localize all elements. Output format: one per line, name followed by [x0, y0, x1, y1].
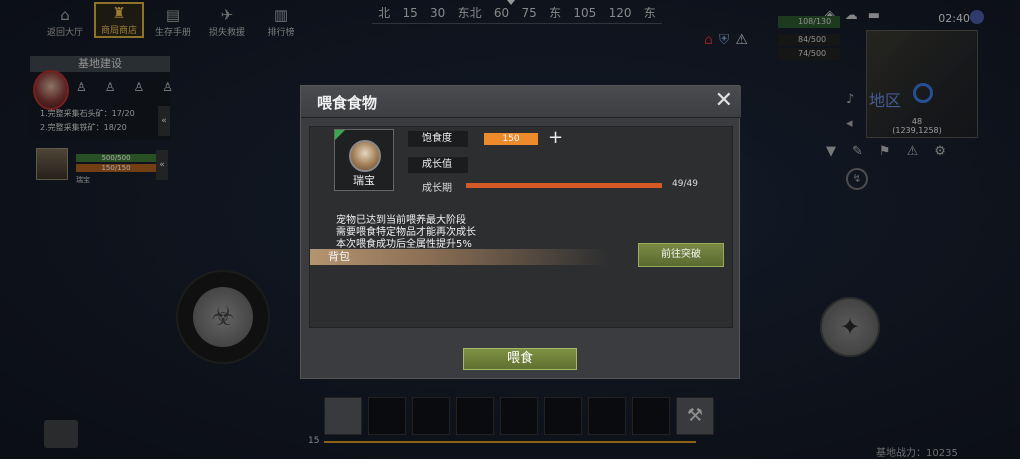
satiety-value: 150	[484, 133, 538, 145]
growth-stage-label: 成长期	[422, 183, 452, 194]
growth-progress-bar	[466, 183, 662, 188]
growth-progress-fill	[466, 183, 662, 188]
growth-value: 49/49	[672, 179, 698, 189]
pet-portrait	[349, 140, 381, 172]
close-button[interactable]: ✕	[715, 90, 733, 112]
feed-dialog: 喂食食物 ✕ 瑞宝 饱食度 150 + 成长值 成长期 49/49 宠物已达到当…	[300, 85, 741, 379]
dialog-header: 喂食食物 ✕	[301, 86, 741, 118]
backpack-header: 背包	[310, 249, 610, 265]
dialog-body: 瑞宝 饱食度 150 + 成长值 成长期 49/49 宠物已达到当前喂养最大阶段…	[309, 126, 733, 328]
go-breakthrough-button[interactable]: 前往突破	[638, 243, 724, 267]
info-line: 本次喂食成功后全属性提升5%	[336, 239, 472, 250]
pet-name: 瑞宝	[353, 174, 375, 187]
rarity-corner	[335, 130, 345, 140]
growth-label: 成长值	[408, 157, 468, 173]
dialog-title: 喂食食物	[317, 94, 378, 112]
feed-button[interactable]: 喂食	[463, 348, 577, 370]
satiety-label: 饱食度	[408, 131, 468, 147]
pet-card[interactable]: 瑞宝	[334, 129, 394, 191]
add-satiety-button[interactable]: +	[548, 127, 563, 149]
